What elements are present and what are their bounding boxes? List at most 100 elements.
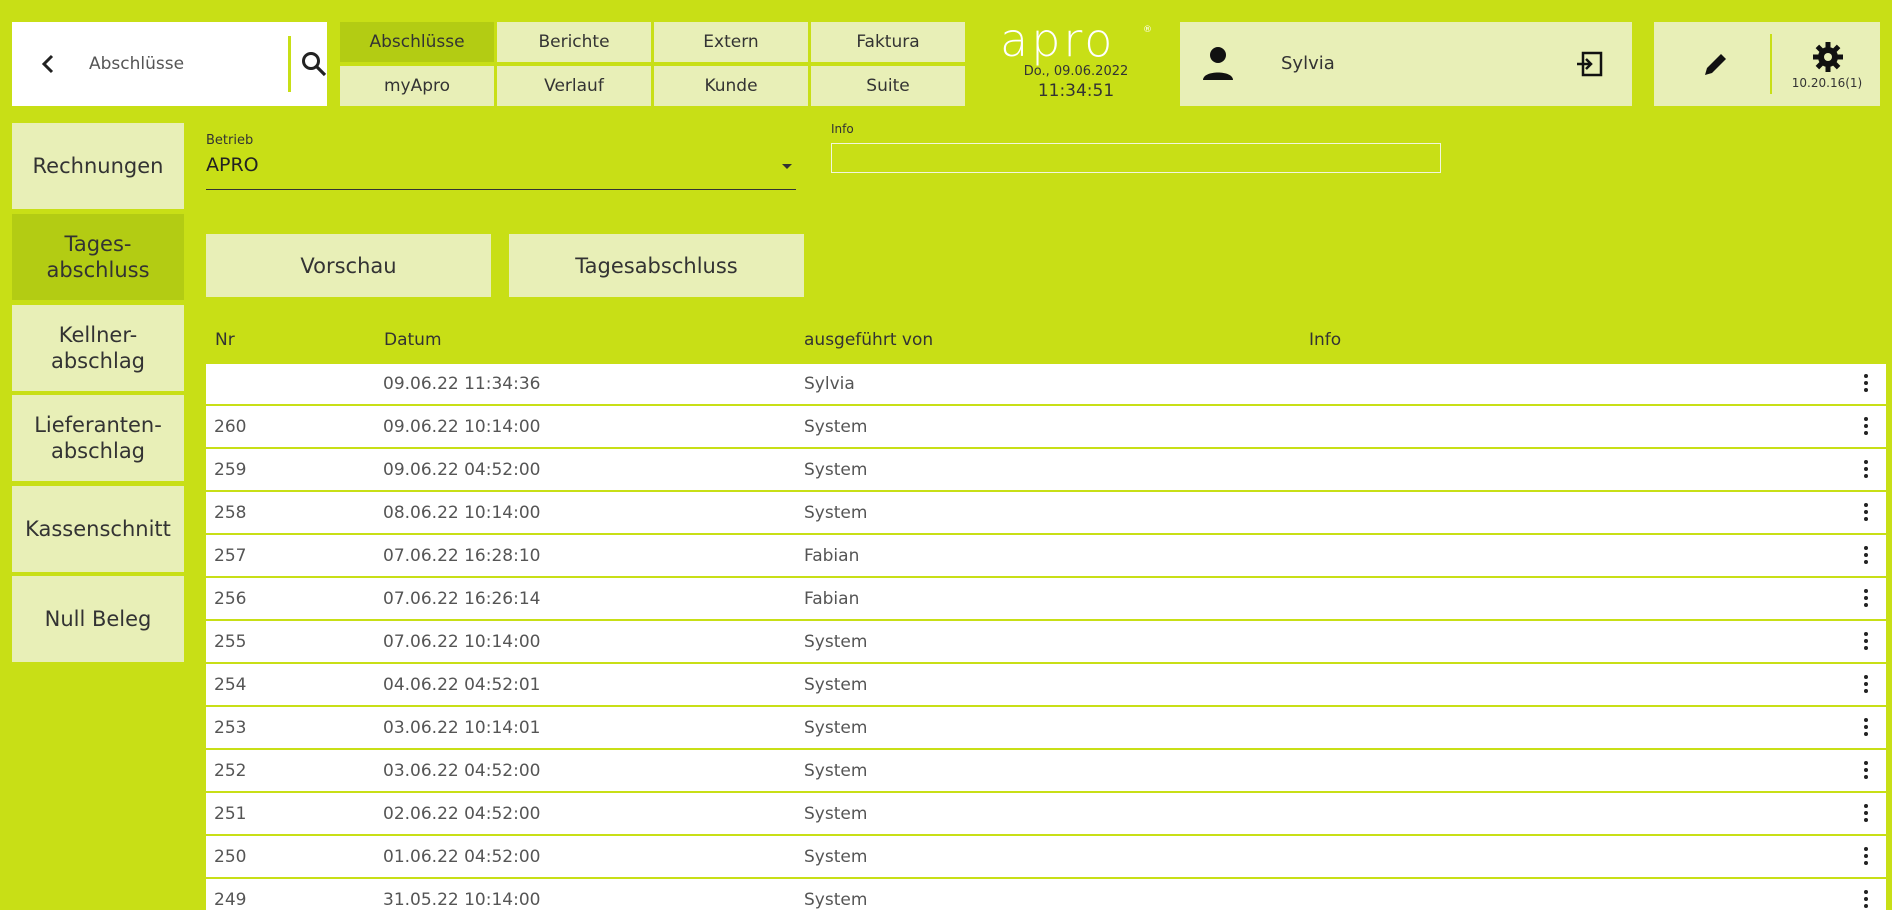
cell-nr: 259 xyxy=(214,460,247,480)
menu-abschluesse[interactable]: Abschlüsse xyxy=(340,22,494,62)
column-header-ausgefuehrt-von: ausgeführt von xyxy=(804,330,934,350)
cell-datum: 08.06.22 10:14:00 xyxy=(383,503,541,523)
cell-datum: 01.06.22 04:52:00 xyxy=(383,847,541,867)
cell-ausgefuehrt-von: Sylvia xyxy=(804,374,855,394)
cell-datum: 07.06.22 16:28:10 xyxy=(383,546,541,566)
more-vert-icon[interactable] xyxy=(1860,458,1872,482)
sidebar-item-null-beleg[interactable]: Null Beleg xyxy=(12,576,184,662)
betrieb-select[interactable]: APRO xyxy=(206,152,796,190)
cell-datum: 02.06.22 04:52:00 xyxy=(383,804,541,824)
cell-nr: 256 xyxy=(214,589,247,609)
cell-datum: 03.06.22 04:52:00 xyxy=(383,761,541,781)
menu-suite[interactable]: Suite xyxy=(811,66,965,106)
cell-datum: 09.06.22 10:14:00 xyxy=(383,417,541,437)
cell-nr: 258 xyxy=(214,503,247,523)
more-vert-icon[interactable] xyxy=(1860,802,1872,826)
sidebar-item-rechnungen[interactable]: Rechnungen xyxy=(12,123,184,209)
more-vert-icon[interactable] xyxy=(1860,501,1872,525)
sidebar-item-kassenschnitt[interactable]: Kassenschnitt xyxy=(12,486,184,572)
more-vert-icon[interactable] xyxy=(1860,888,1872,910)
cell-nr: 251 xyxy=(214,804,247,824)
cell-ausgefuehrt-von: System xyxy=(804,761,868,781)
table-row[interactable]: 251 02.06.22 04:52:00 System xyxy=(206,794,1886,836)
chevron-down-icon xyxy=(782,164,792,169)
table-row[interactable]: 258 08.06.22 10:14:00 System xyxy=(206,493,1886,535)
cell-datum: 31.05.22 10:14:00 xyxy=(383,890,541,910)
current-date: Do., 09.06.2022 xyxy=(1023,64,1129,79)
cell-ausgefuehrt-von: Fabian xyxy=(804,546,860,566)
table-row[interactable]: 249 31.05.22 10:14:00 System xyxy=(206,880,1886,910)
column-header-nr: Nr xyxy=(215,330,235,350)
more-vert-icon[interactable] xyxy=(1860,587,1872,611)
edit-pencil-icon[interactable] xyxy=(1698,46,1734,82)
tools-box: 10.20.16(1) xyxy=(1654,22,1880,106)
sidebar-item-label: Tages- abschluss xyxy=(46,232,150,282)
user-name: Sylvia xyxy=(1281,53,1335,74)
sidebar-item-tagesabschluss[interactable]: Tages- abschluss xyxy=(12,214,184,300)
cell-ausgefuehrt-von: Fabian xyxy=(804,589,860,609)
sidebar-item-label: Rechnungen xyxy=(32,154,164,178)
menu-extern[interactable]: Extern xyxy=(654,22,808,62)
sidebar-item-label: Kellner- abschlag xyxy=(50,323,146,373)
cell-nr: 252 xyxy=(214,761,247,781)
info-input[interactable] xyxy=(831,143,1441,173)
table-body[interactable]: 09.06.22 11:34:36 Sylvia 260 09.06.22 10:14… xyxy=(206,364,1886,910)
more-vert-icon[interactable] xyxy=(1860,544,1872,568)
table-row[interactable]: 259 09.06.22 04:52:00 System xyxy=(206,450,1886,492)
table-header: Nr Datum ausgeführt von Info xyxy=(206,320,1886,360)
sidebar-item-label: Kassenschnitt xyxy=(25,517,171,541)
sidebar-item-lieferantenabschlag[interactable]: Lieferanten- abschlag xyxy=(12,395,184,481)
table-row[interactable]: 260 09.06.22 10:14:00 System xyxy=(206,407,1886,449)
cell-nr: 253 xyxy=(214,718,247,738)
menu-faktura[interactable]: Faktura xyxy=(811,22,965,62)
cell-datum: 03.06.22 10:14:01 xyxy=(383,718,541,738)
more-vert-icon[interactable] xyxy=(1860,759,1872,783)
table-row[interactable]: 252 03.06.22 04:52:00 System xyxy=(206,751,1886,793)
sidebar-item-kellnerabschlag[interactable]: Kellner- abschlag xyxy=(12,305,184,391)
table-row[interactable]: 253 03.06.22 10:14:01 System xyxy=(206,708,1886,750)
cell-datum: 04.06.22 04:52:01 xyxy=(383,675,541,695)
cell-datum: 09.06.22 11:34:36 xyxy=(383,374,541,394)
betrieb-label: Betrieb xyxy=(206,133,254,148)
table-row[interactable]: 09.06.22 11:34:36 Sylvia xyxy=(206,364,1886,406)
menu-kunde[interactable]: Kunde xyxy=(654,66,808,106)
more-vert-icon[interactable] xyxy=(1860,415,1872,439)
table-row[interactable]: 254 04.06.22 04:52:01 System xyxy=(206,665,1886,707)
table-row[interactable]: 257 07.06.22 16:28:10 Fabian xyxy=(206,536,1886,578)
cell-nr: 249 xyxy=(214,890,247,910)
version-label: 10.20.16(1) xyxy=(1791,76,1863,90)
cell-nr: 250 xyxy=(214,847,247,867)
cell-nr: 260 xyxy=(214,417,247,437)
table-row[interactable]: 256 07.06.22 16:26:14 Fabian xyxy=(206,579,1886,621)
menu-verlauf[interactable]: Verlauf xyxy=(497,66,651,106)
sidebar-item-label: Null Beleg xyxy=(44,607,152,631)
search-divider xyxy=(288,36,291,92)
tagesabschluss-button[interactable]: Tagesabschluss xyxy=(509,234,804,297)
more-vert-icon[interactable] xyxy=(1860,630,1872,654)
gear-icon[interactable] xyxy=(1811,40,1845,74)
more-vert-icon[interactable] xyxy=(1860,716,1872,740)
cell-ausgefuehrt-von: System xyxy=(804,718,868,738)
more-vert-icon[interactable] xyxy=(1860,673,1872,697)
info-label: Info xyxy=(831,122,854,136)
table-row[interactable]: 250 01.06.22 04:52:00 System xyxy=(206,837,1886,879)
cell-datum: 09.06.22 04:52:00 xyxy=(383,460,541,480)
cell-ausgefuehrt-von: System xyxy=(804,632,868,652)
search-box[interactable]: Abschlüsse xyxy=(12,22,327,106)
cell-nr: 255 xyxy=(214,632,247,652)
cell-ausgefuehrt-von: System xyxy=(804,417,868,437)
cell-ausgefuehrt-von: System xyxy=(804,675,868,695)
menu-berichte[interactable]: Berichte xyxy=(497,22,651,62)
menu-myapro[interactable]: myApro xyxy=(340,66,494,106)
more-vert-icon[interactable] xyxy=(1860,845,1872,869)
back-arrow-icon[interactable] xyxy=(36,48,62,80)
table-row[interactable]: 255 07.06.22 10:14:00 System xyxy=(206,622,1886,664)
preview-button[interactable]: Vorschau xyxy=(206,234,491,297)
cell-ausgefuehrt-von: System xyxy=(804,804,868,824)
search-icon[interactable] xyxy=(296,46,332,82)
logout-icon[interactable] xyxy=(1572,46,1608,82)
more-vert-icon[interactable] xyxy=(1860,372,1872,396)
cell-nr: 257 xyxy=(214,546,247,566)
column-header-info: Info xyxy=(1309,330,1342,350)
svg-text:®: ® xyxy=(1143,25,1152,35)
